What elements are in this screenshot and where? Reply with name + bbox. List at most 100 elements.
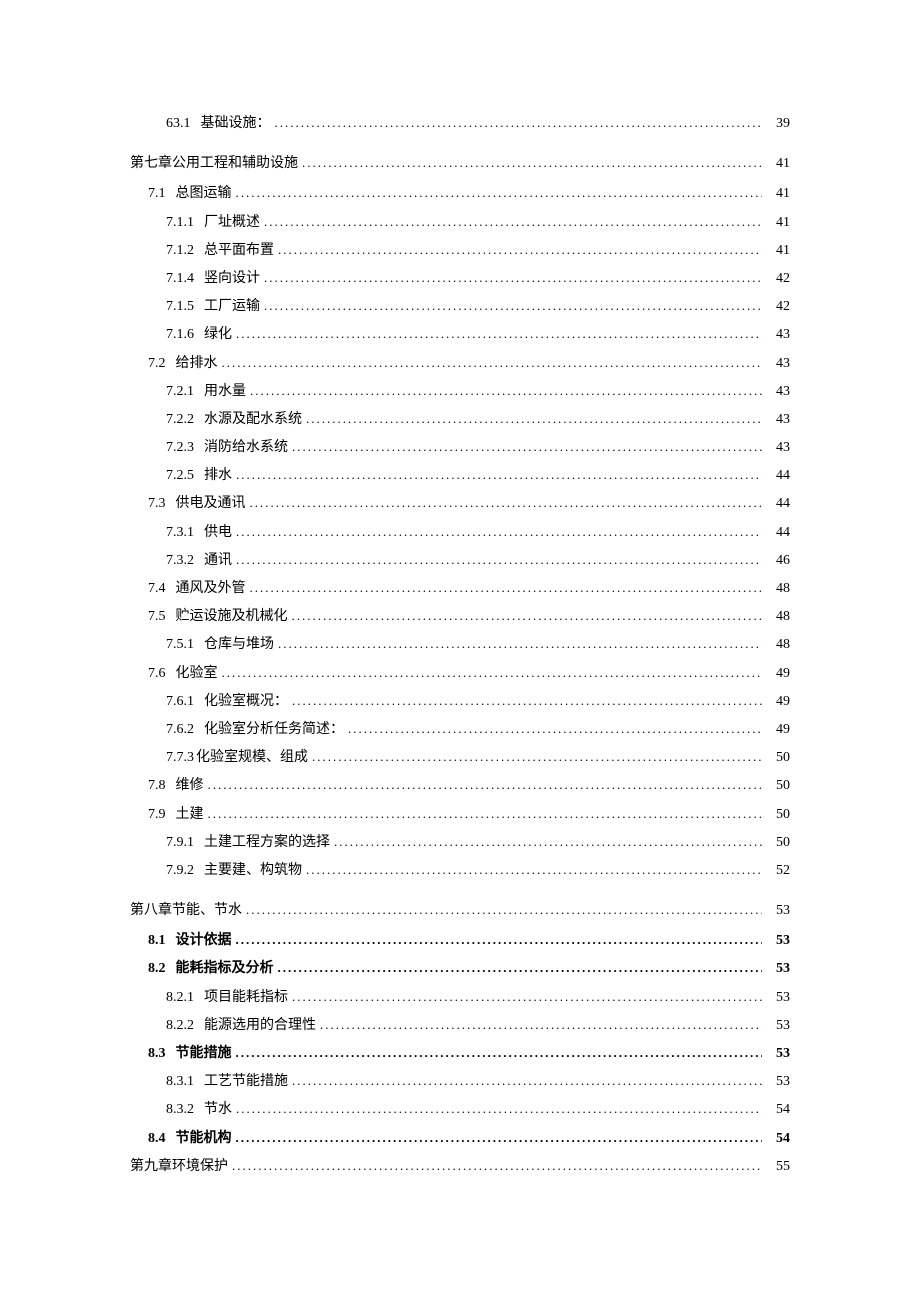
toc-title: 节水 [204,1101,232,1119]
toc-title: 节能机构 [176,1130,232,1148]
toc-page-number: 49 [766,693,790,711]
toc-list: 63.1基础设施：39第七章公用工程和辅助设施417.1总图运输417.1.1厂… [130,115,790,1176]
toc-page-number: 43 [766,355,790,373]
toc-entry: 7.6化验室 49 [130,665,790,683]
toc-title: 消防给水系统 [204,439,288,457]
toc-number: 63.1 [166,115,201,133]
toc-entry: 7.2.1用水量43 [130,383,790,401]
toc-title: 通风及外管 [176,580,246,598]
toc-title: 化验室规模、组成 [196,749,308,767]
toc-title: 设计依据 [176,932,232,950]
toc-number: 8.3 [148,1045,176,1063]
toc-number: 8.2.1 [166,989,204,1007]
toc-leader-dots [246,902,762,919]
toc-title: 供电 [204,524,232,542]
toc-page-number: 44 [766,495,790,513]
toc-leader-dots [292,439,762,456]
toc-title: 项目能耗指标 [204,989,288,1007]
toc-page-number: 50 [766,806,790,824]
toc-entry: 第七章公用工程和辅助设施41 [130,155,790,173]
toc-page-number: 43 [766,326,790,344]
toc-page-number: 53 [766,902,790,920]
toc-page-number: 46 [766,552,790,570]
toc-title: 能源选用的合理性 [204,1017,316,1035]
toc-number: 7.5 [148,608,176,626]
toc-number: 7.3.2 [166,552,204,570]
toc-page-number: 48 [766,580,790,598]
toc-entry: 7.2.5排水44 [130,467,790,485]
toc-leader-dots [236,524,762,541]
toc-entry: 7.5.1仓库与堆场48 [130,636,790,654]
toc-page-number: 44 [766,467,790,485]
toc-entry: 7.2.2水源及配水系统43 [130,411,790,429]
toc-leader-dots [320,1017,762,1034]
toc-leader-dots [292,989,762,1006]
toc-title: 通讯 [204,552,232,570]
toc-page-number: 49 [766,665,790,683]
toc-title: 主要建、构筑物 [204,862,302,880]
toc-page-number: 53 [766,1017,790,1035]
toc-title: 厂址概述 [204,214,260,232]
toc-page-number: 43 [766,383,790,401]
toc-leader-dots [278,242,762,259]
toc-page-number: 53 [766,960,790,978]
toc-entry: 7.2给排水43 [130,355,790,373]
toc-title: 化验室分析任务简述： [204,721,344,739]
toc-page-number: 54 [766,1101,790,1119]
toc-number: 8.3.2 [166,1101,204,1119]
toc-entry: 7.7.3化验室规模、组成50 [130,749,790,767]
toc-number: 7.1.4 [166,270,204,288]
toc-number: 8.2.2 [166,1017,204,1035]
toc-number: 7.3.1 [166,524,204,542]
toc-title: 给排水 [176,355,218,373]
toc-entry: 第九章环境保护55 [130,1158,790,1176]
toc-entry: 7.9.2主要建、构筑物52 [130,862,790,880]
toc-entry: 7.3.2通讯 46 [130,552,790,570]
toc-title: 基础设施： [201,115,271,133]
toc-number: 7.1.2 [166,242,204,260]
toc-leader-dots [312,749,762,766]
toc-page-number: 50 [766,834,790,852]
toc-title: 第九章环境保护 [130,1158,228,1176]
toc-leader-dots [250,495,763,512]
toc-number: 7.3 [148,495,176,513]
toc-page-number: 44 [766,524,790,542]
toc-entry: 7.3.1供电 44 [130,524,790,542]
toc-leader-dots [348,721,762,738]
toc-leader-dots [236,1101,762,1118]
toc-page-number: 42 [766,298,790,316]
toc-leader-dots [292,1073,762,1090]
toc-title: 水源及配水系统 [204,411,302,429]
toc-entry: 8.3.2节水 54 [130,1101,790,1119]
toc-leader-dots [306,411,762,428]
toc-entry: 7.1.2总平面布置41 [130,242,790,260]
toc-number: 7.6 [148,665,176,683]
toc-entry: 8.3节能措施53 [130,1045,790,1063]
toc-page-number: 53 [766,989,790,1007]
toc-number: 7.1.5 [166,298,204,316]
toc-leader-dots [208,777,763,794]
toc-entry: 7.1.5工厂运输42 [130,298,790,316]
toc-leader-dots [278,960,763,977]
toc-entry: 8.3.1工艺节能措施53 [130,1073,790,1091]
toc-title: 土建工程方案的选择 [204,834,330,852]
toc-leader-dots [264,214,762,231]
toc-title: 第八章节能、节水 [130,902,242,920]
toc-leader-dots [250,383,762,400]
toc-number: 7.1.6 [166,326,204,344]
toc-entry: 第八章节能、节水 53 [130,902,790,920]
toc-page-number: 39 [766,115,790,133]
toc-number: 7.6.1 [166,693,204,711]
toc-entry: 7.1.6绿化43 [130,326,790,344]
toc-entry: 7.9土建50 [130,806,790,824]
toc-title: 化验室 [176,665,218,683]
toc-title: 贮运设施及机械化 [176,608,288,626]
toc-page-number: 41 [766,185,790,203]
toc-leader-dots [302,155,762,172]
toc-title: 土建 [176,806,204,824]
toc-number: 7.2.2 [166,411,204,429]
toc-title: 能耗指标及分析 [176,960,274,978]
toc-entry: 8.4节能机构54 [130,1130,790,1148]
toc-leader-dots [222,355,763,372]
toc-number: 7.2.5 [166,467,204,485]
